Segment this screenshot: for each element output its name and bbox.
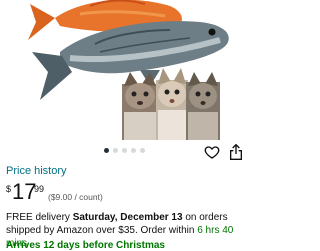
carousel-dot-3[interactable] [122,148,127,153]
carousel-dot-4[interactable] [131,148,136,153]
unit-price: ($9.00 / count) [48,192,103,202]
image-carousel-dots[interactable] [104,148,149,153]
fish-toy-with-cats-image [28,0,229,140]
cat-photo-left [122,72,158,140]
price-fraction: 99 [34,184,45,194]
cat-photo-middle [156,68,188,140]
delivery-date: Saturday, December 13 [72,212,183,223]
price-history-link[interactable]: Price history [6,165,67,177]
delivery-prefix: FREE delivery [6,212,73,223]
cat-photo-right [186,72,220,140]
price-currency: $ [6,184,12,194]
carousel-dot-5[interactable] [140,148,145,153]
arrives-note: Arrives 12 days before Christmas [6,240,165,251]
price-whole: 17 [12,179,37,204]
product-image[interactable] [0,0,250,142]
share-icon[interactable] [228,143,244,161]
carousel-dot-1[interactable] [104,148,109,153]
heart-icon[interactable] [204,144,220,160]
carousel-dot-2[interactable] [113,148,118,153]
